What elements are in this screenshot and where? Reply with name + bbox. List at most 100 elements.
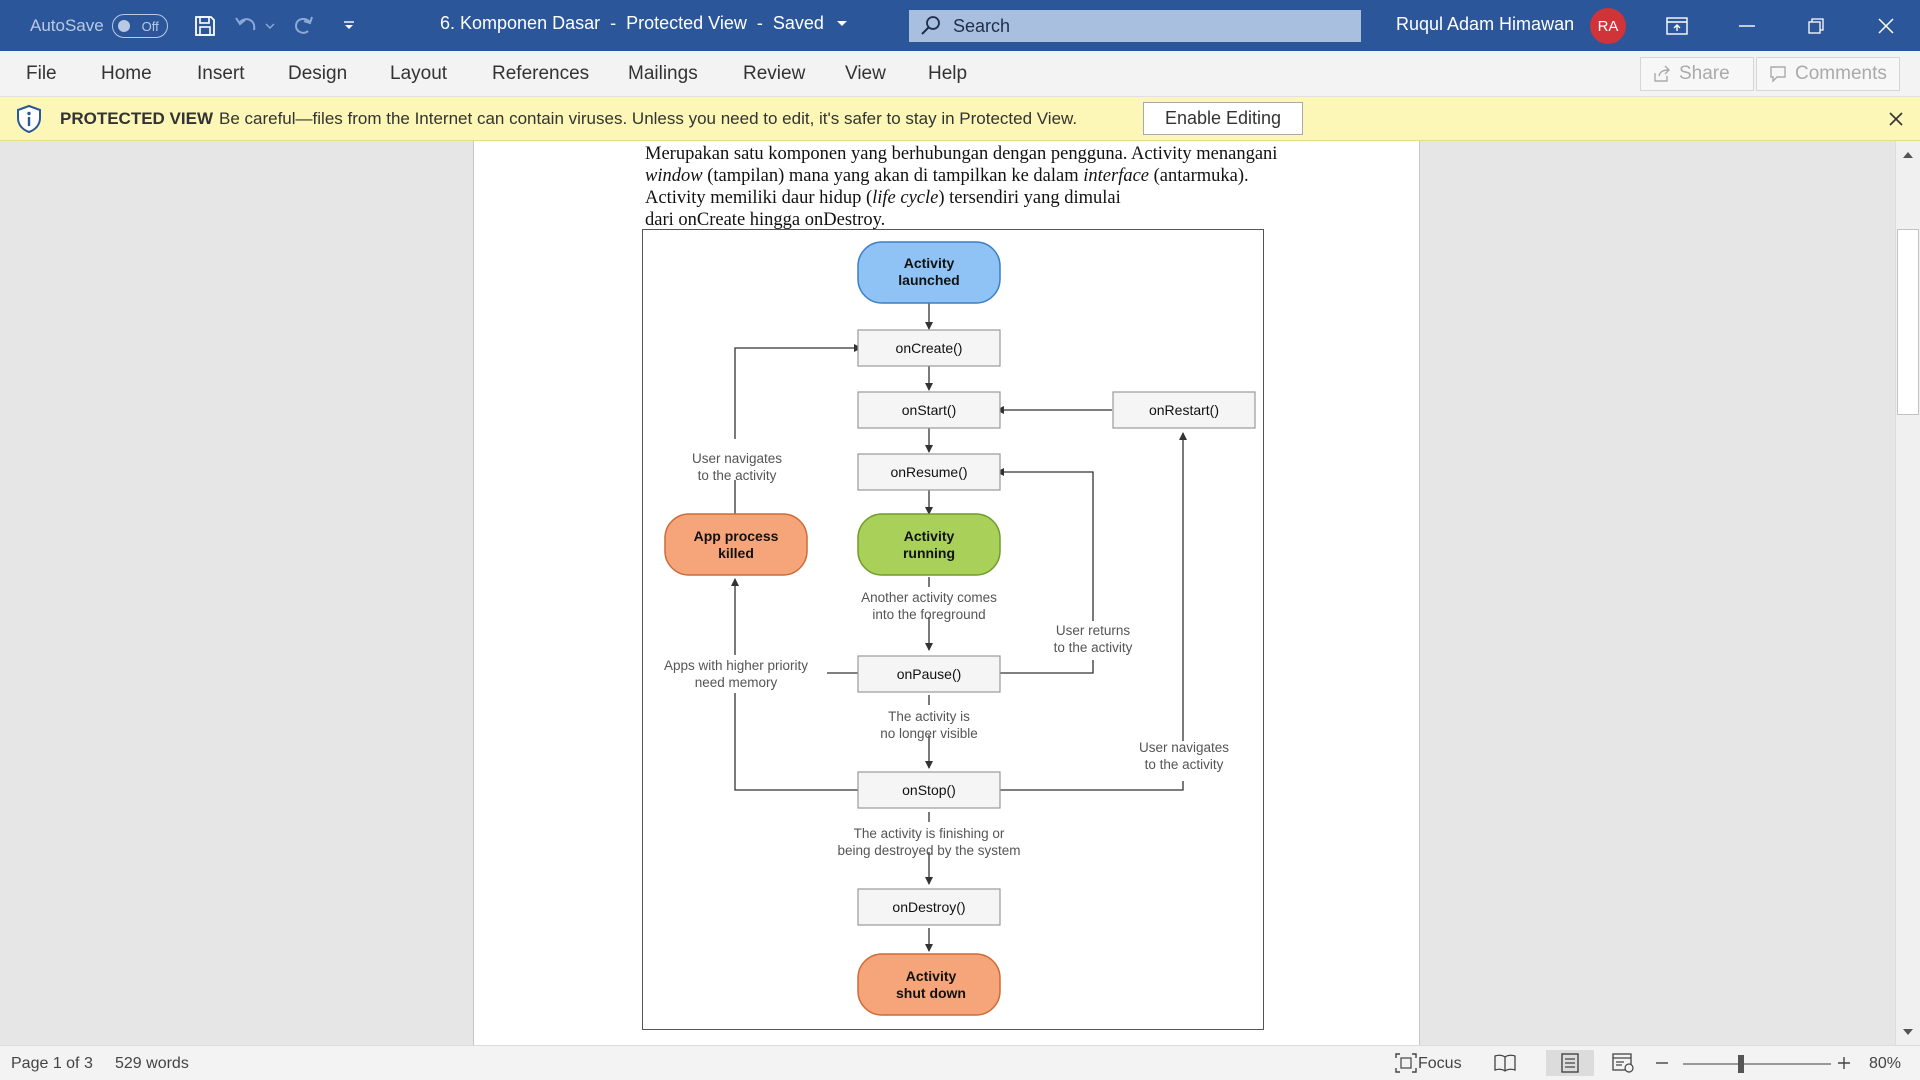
label-higher-priority: need memory <box>695 675 778 690</box>
paragraph-line: Merupakan satu komponen yang berhubungan… <box>645 144 1278 164</box>
search-box[interactable]: Search <box>909 10 1361 42</box>
node-activity-launched: Activity launched <box>857 241 1001 304</box>
tab-help[interactable]: Help <box>928 63 967 85</box>
page-count[interactable]: Page 1 of 3 <box>11 1055 93 1073</box>
tab-view[interactable]: View <box>845 63 886 85</box>
protected-view-message: Be careful—files from the Internet can c… <box>219 109 1078 128</box>
close-icon[interactable] <box>1884 107 1908 131</box>
node-onpause: onPause() <box>857 655 1001 693</box>
print-layout-icon[interactable] <box>1546 1050 1594 1076</box>
node-onrestart: onRestart() <box>1112 391 1256 429</box>
svg-text:launched: launched <box>898 272 959 288</box>
label-user-navigates-right: to the activity <box>1145 757 1224 772</box>
save-icon[interactable] <box>190 11 220 41</box>
document-area[interactable]: Merupakan satu komponen yang berhubungan… <box>0 141 1895 1045</box>
svg-text:killed: killed <box>718 545 754 561</box>
label-higher-priority: Apps with higher priority <box>664 658 808 673</box>
ribbon-display-options-icon[interactable] <box>1649 0 1705 51</box>
restore-icon[interactable] <box>1788 0 1844 51</box>
node-app-process-killed: App process killed <box>664 513 808 576</box>
focus-label[interactable]: Focus <box>1418 1055 1462 1073</box>
tab-layout[interactable]: Layout <box>390 63 447 85</box>
node-activity-running: Activity running <box>857 513 1001 576</box>
word-count[interactable]: 529 words <box>115 1055 189 1073</box>
undo-dropdown-icon[interactable] <box>262 11 278 41</box>
title-bar: AutoSave Off 6. Komponen Dasar - Protect… <box>0 0 1920 51</box>
customize-toolbar-icon[interactable] <box>334 11 364 41</box>
svg-text:Activity: Activity <box>906 968 957 984</box>
search-icon <box>909 15 953 37</box>
zoom-in-icon[interactable] <box>1834 1050 1854 1076</box>
node-activity-shut-down: Activity shut down <box>857 953 1001 1016</box>
svg-text:shut down: shut down <box>896 985 966 1001</box>
close-icon[interactable] <box>1858 0 1914 51</box>
autosave-state: Off <box>141 18 159 34</box>
share-button[interactable]: Share <box>1640 57 1754 91</box>
shield-info-icon <box>14 104 44 139</box>
user-name[interactable]: Ruqul Adam Himawan <box>1396 14 1574 35</box>
read-mode-icon[interactable] <box>1487 1050 1523 1076</box>
minimize-icon[interactable] <box>1719 0 1775 51</box>
tab-references[interactable]: References <box>492 63 589 85</box>
redo-icon[interactable] <box>288 11 318 41</box>
tab-review[interactable]: Review <box>743 63 805 85</box>
svg-text:onPause(): onPause() <box>897 666 962 682</box>
tab-file[interactable]: File <box>26 63 57 85</box>
paragraph-line: Activity memiliki daur hidup (life cycle… <box>645 188 1121 208</box>
comment-icon <box>1770 66 1786 83</box>
svg-text:Activity: Activity <box>904 528 955 544</box>
zoom-level[interactable]: 80% <box>1869 1055 1901 1073</box>
search-placeholder: Search <box>953 15 1011 36</box>
protected-view-bar: PROTECTED VIEW Be careful—files from the… <box>0 97 1920 141</box>
label-no-longer-visible: The activity is <box>888 709 970 724</box>
tab-design[interactable]: Design <box>288 63 347 85</box>
autosave-label: AutoSave <box>30 16 104 35</box>
label-another-activity: into the foreground <box>872 607 985 622</box>
tab-mailings[interactable]: Mailings <box>628 63 698 85</box>
node-onresume: onResume() <box>857 453 1001 491</box>
label-user-navigates-right: User navigates <box>1139 740 1229 755</box>
doc-name: 6. Komponen Dasar <box>440 13 601 33</box>
node-ondestroy: onDestroy() <box>857 888 1001 926</box>
scrollbar-thumb[interactable] <box>1897 229 1919 415</box>
svg-text:onStart(): onStart() <box>902 402 956 418</box>
svg-text:onCreate(): onCreate() <box>896 340 963 356</box>
comments-button[interactable]: Comments <box>1756 57 1900 91</box>
document-page[interactable]: Merupakan satu komponen yang berhubungan… <box>473 141 1420 1045</box>
activity-lifecycle-diagram: Activity launched Activity running App p… <box>642 229 1264 1030</box>
web-layout-icon[interactable] <box>1605 1050 1641 1076</box>
scroll-down-icon[interactable] <box>1897 1021 1919 1043</box>
zoom-slider-thumb[interactable] <box>1738 1055 1744 1073</box>
label-no-longer-visible: no longer visible <box>880 726 978 741</box>
tab-insert[interactable]: Insert <box>197 63 245 85</box>
label-another-activity: Another activity comes <box>861 590 997 605</box>
autosave-toggle[interactable]: Off <box>111 14 168 38</box>
autosave-control[interactable]: AutoSave Off <box>30 14 168 38</box>
share-label: Share <box>1679 63 1730 84</box>
edge-stop-restart <box>997 433 1183 791</box>
label-user-returns: User returns <box>1056 623 1131 638</box>
svg-text:Activity: Activity <box>904 255 955 271</box>
label-user-returns: to the activity <box>1054 640 1133 655</box>
zoom-slider[interactable] <box>1683 1063 1831 1065</box>
scroll-up-icon[interactable] <box>1897 143 1919 165</box>
chevron-down-icon <box>836 20 847 26</box>
title-sep: - <box>610 13 617 33</box>
label-finishing: being destroyed by the system <box>837 843 1020 858</box>
vertical-scrollbar[interactable] <box>1895 141 1920 1045</box>
label-finishing: The activity is finishing or <box>854 826 1005 841</box>
svg-text:running: running <box>903 545 955 561</box>
node-onstart: onStart() <box>857 391 1001 429</box>
undo-icon[interactable] <box>232 11 262 41</box>
document-title[interactable]: 6. Komponen Dasar - Protected View - Sav… <box>440 13 848 34</box>
svg-text:onStop(): onStop() <box>902 782 956 798</box>
enable-editing-button[interactable]: Enable Editing <box>1143 102 1303 135</box>
svg-text:onRestart(): onRestart() <box>1149 402 1219 418</box>
node-onstop: onStop() <box>857 771 1001 809</box>
avatar[interactable]: RA <box>1590 8 1626 44</box>
paragraph-line: window (tampilan) mana yang akan di tamp… <box>645 166 1249 186</box>
zoom-out-icon[interactable] <box>1652 1050 1672 1076</box>
tab-home[interactable]: Home <box>101 63 152 85</box>
label-user-navigates-left: to the activity <box>698 468 777 483</box>
svg-text:onDestroy(): onDestroy() <box>892 899 965 915</box>
